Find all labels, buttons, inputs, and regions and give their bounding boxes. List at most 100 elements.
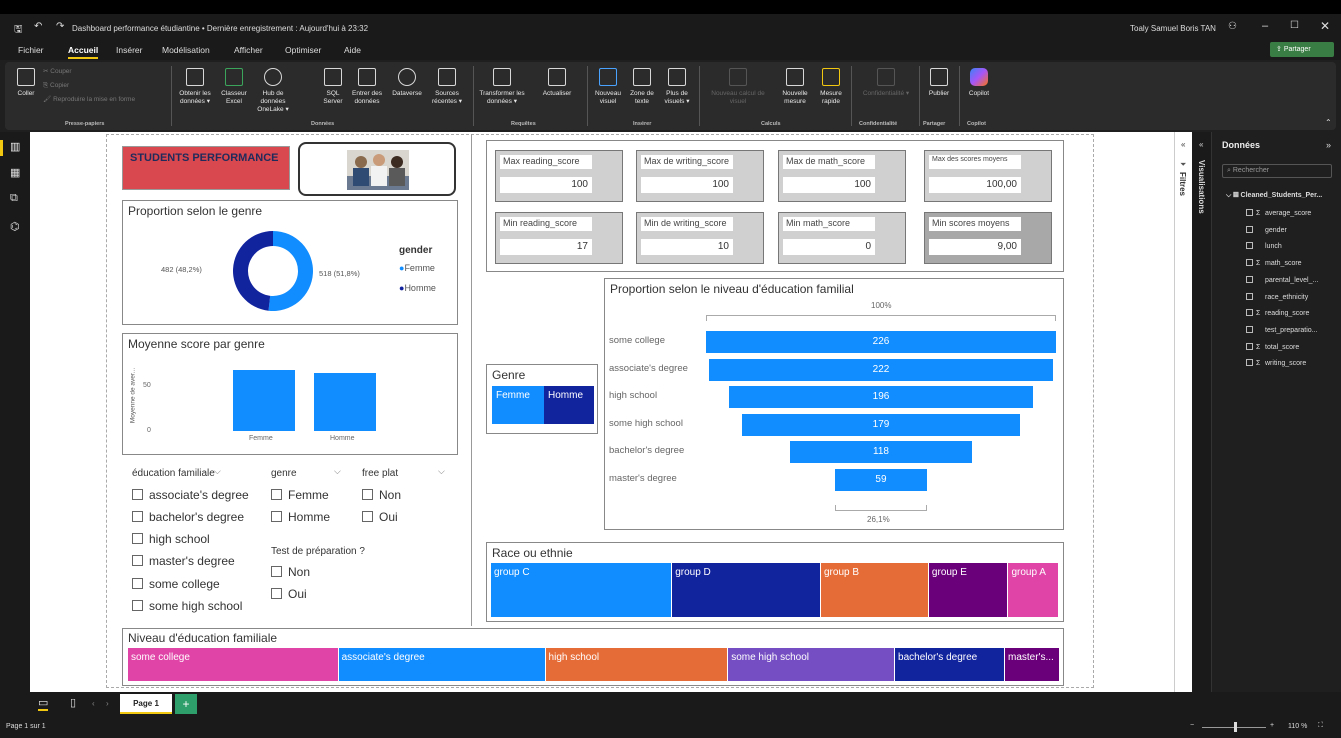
treemap-segment[interactable]: some high school xyxy=(728,648,896,681)
field-item[interactable]: gender xyxy=(1246,225,1287,234)
donut-slice-homme[interactable] xyxy=(233,231,273,311)
zoom-slider-handle[interactable] xyxy=(1234,722,1237,732)
more-visuals-button[interactable]: Plus de visuels ▾ xyxy=(659,68,695,106)
kpi-max-writing[interactable]: Max de writing_score 100 xyxy=(636,150,764,202)
filters-pane-collapsed[interactable]: « ⏷ Filtres xyxy=(1174,132,1192,692)
report-view-icon[interactable]: ▥ xyxy=(10,140,20,153)
recent-sources-button[interactable]: Sources récentes ▾ xyxy=(427,68,467,106)
edu-treemap[interactable]: some college associate's degree high schoo… xyxy=(128,648,1060,681)
chk-edu-somehigh[interactable]: some high school xyxy=(132,599,242,613)
text-box-button[interactable]: Zone de texte xyxy=(625,68,659,106)
close-icon[interactable]: ✕ xyxy=(1320,19,1330,33)
race-card[interactable]: Race ou ethnie group Cgroup Dgroup Bgrou… xyxy=(486,542,1064,622)
zoom-out-icon[interactable]: − xyxy=(1190,722,1194,729)
chk-genre-femme[interactable]: Femme xyxy=(271,488,329,502)
treemap-segment[interactable]: some college xyxy=(128,648,339,681)
table-view-icon[interactable]: ▦ xyxy=(10,166,20,179)
chevron-down-icon[interactable]: ⌵ xyxy=(438,466,445,477)
chk-edu-highschool[interactable]: high school xyxy=(132,532,210,546)
chk-edu-master[interactable]: master's degree xyxy=(132,554,235,568)
new-visual-button[interactable]: Nouveau visuel xyxy=(591,68,625,106)
save-icon[interactable]: 🖫 xyxy=(14,22,23,39)
kpi-max-avg[interactable]: Max des scores moyens 100,00 xyxy=(924,150,1052,202)
get-data-button[interactable]: Obtenir les données ▾ xyxy=(175,68,215,106)
field-item[interactable]: Σ math_score xyxy=(1246,259,1302,267)
undo-icon[interactable]: ↶ xyxy=(34,21,42,32)
menu-afficher[interactable]: Afficher xyxy=(234,45,263,55)
add-page-icon[interactable]: + xyxy=(175,694,197,714)
funnel-bar[interactable]: 196 xyxy=(729,386,1033,408)
tile-femme[interactable]: Femme xyxy=(492,386,544,424)
quick-measure-button[interactable]: Mesure rapide xyxy=(813,68,849,106)
collapse-ribbon-icon[interactable]: ⌃ xyxy=(1325,118,1332,127)
chevron-down-icon[interactable]: ⌵ xyxy=(334,466,341,477)
dataverse-button[interactable]: Dataverse xyxy=(389,68,425,98)
kpi-max-math[interactable]: Max de math_score 100 xyxy=(778,150,906,202)
menu-optimiser[interactable]: Optimiser xyxy=(285,45,321,55)
treemap-segment[interactable]: group D xyxy=(672,563,821,617)
treemap-segment[interactable]: bachelor's degree xyxy=(895,648,1005,681)
share-button[interactable]: ⇪ Partager xyxy=(1270,42,1334,57)
chk-genre-homme[interactable]: Homme xyxy=(271,510,330,524)
kpi-max-reading[interactable]: Max reading_score 100 xyxy=(495,150,623,202)
visual-calc-button[interactable]: Nouveau calcul de visuel xyxy=(705,68,771,106)
paste-button[interactable]: Coller xyxy=(13,68,39,98)
zoom-in-icon[interactable]: + xyxy=(1270,722,1274,729)
bar-femme[interactable] xyxy=(233,370,295,431)
menu-inserer[interactable]: Insérer xyxy=(116,45,142,55)
field-item[interactable]: Σ reading_score xyxy=(1246,309,1309,317)
chk-edu-bachelor[interactable]: bachelor's degree xyxy=(132,510,244,524)
visuals-pane-collapsed[interactable]: « Visualisations xyxy=(1192,132,1212,692)
menu-accueil[interactable]: Accueil xyxy=(68,45,99,59)
field-item[interactable]: Σ total_score xyxy=(1246,342,1299,351)
menu-fichier[interactable]: Fichier xyxy=(18,45,44,55)
copilot-button[interactable]: Copilot xyxy=(963,68,995,98)
chevron-left-icon[interactable]: « xyxy=(1181,140,1185,149)
desktop-view-icon[interactable]: ▭ xyxy=(38,696,49,711)
donut-slice-femme[interactable] xyxy=(268,231,313,311)
chk-edu-somecollege[interactable]: some college xyxy=(132,577,220,591)
treemap-segment[interactable]: high school xyxy=(545,648,729,681)
chevron-down-icon[interactable]: ⌵ xyxy=(214,466,221,477)
funnel-bar[interactable]: 179 xyxy=(742,413,1020,436)
transform-button[interactable]: Transformer les données ▾ xyxy=(479,68,525,106)
treemap-segment[interactable]: associate's degree xyxy=(338,648,546,681)
dax-view-icon[interactable]: ⌬ xyxy=(10,220,20,233)
treemap-segment[interactable]: master's... xyxy=(1005,648,1060,681)
legend-femme[interactable]: ●Femme xyxy=(399,263,435,273)
table-node[interactable]: ⌵ ▦ Cleaned_Students_Per... xyxy=(1226,192,1322,200)
prev-page-icon[interactable]: ‹ xyxy=(92,699,95,708)
menu-aide[interactable]: Aide xyxy=(344,45,361,55)
field-item[interactable]: lunch xyxy=(1246,242,1282,250)
chk-prep-oui[interactable]: Oui xyxy=(271,587,307,601)
format-painter-button[interactable]: 🖌 Reproduire la mise en forme xyxy=(43,96,167,104)
funnel-bar[interactable]: 226 xyxy=(706,331,1056,353)
user-name[interactable]: Toaly Samuel Boris TAN xyxy=(1130,24,1216,33)
race-treemap[interactable]: group Cgroup Dgroup Bgroup Egroup A xyxy=(491,563,1059,617)
field-item[interactable]: parental_level_... xyxy=(1246,275,1318,284)
kpi-min-math[interactable]: Min math_score 0 xyxy=(778,212,906,264)
avg-score-card[interactable]: Moyenne score par genre Moyenne de aver.… xyxy=(122,333,458,455)
funnel-bar[interactable]: 222 xyxy=(709,358,1053,381)
refresh-button[interactable]: Actualiser xyxy=(537,68,577,98)
gender-donut-chart[interactable] xyxy=(223,221,323,321)
legend-homme[interactable]: ●Homme xyxy=(399,283,436,293)
mobile-view-icon[interactable]: ▯ xyxy=(70,696,76,709)
kpi-min-avg[interactable]: Min scores moyens 9,00 xyxy=(924,212,1052,264)
new-measure-button[interactable]: Nouvelle mesure xyxy=(777,68,813,106)
tile-homme[interactable]: Homme xyxy=(544,386,594,424)
account-icon[interactable]: ⚇ xyxy=(1228,21,1237,32)
bar-homme[interactable] xyxy=(314,373,376,431)
redo-icon[interactable]: ↷ xyxy=(56,21,64,32)
cut-button[interactable]: ✂ Couper xyxy=(43,68,72,76)
next-page-icon[interactable]: › xyxy=(106,699,109,708)
chk-lunch-oui[interactable]: Oui xyxy=(362,510,398,524)
minimize-icon[interactable]: – xyxy=(1262,20,1268,32)
sensitivity-button[interactable]: Confidentialité ▾ xyxy=(855,68,917,98)
chevron-right-icon[interactable]: » xyxy=(1326,140,1331,150)
treemap-segment[interactable]: group B xyxy=(821,563,929,617)
field-item[interactable]: Σ writing_score xyxy=(1246,359,1306,367)
data-search-input[interactable]: ⌕ Rechercher xyxy=(1222,164,1332,178)
maximize-icon[interactable]: ☐ xyxy=(1290,20,1299,31)
chk-lunch-non[interactable]: Non xyxy=(362,488,401,502)
